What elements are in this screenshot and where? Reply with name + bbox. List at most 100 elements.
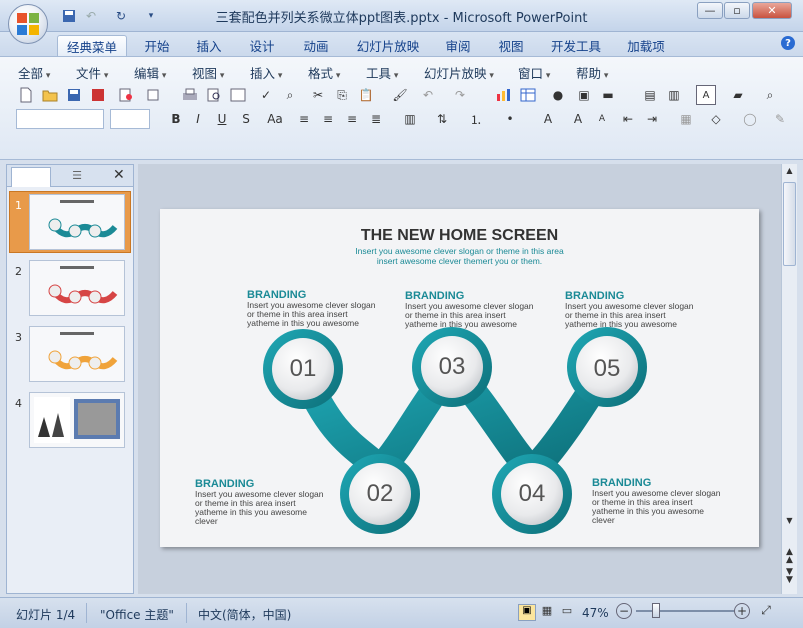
customize-qat-icon[interactable]: ▾ [142,7,160,25]
columns-icon[interactable]: ▥ [400,109,420,129]
menu-edit[interactable]: 编辑 [134,63,166,82]
change-case-icon[interactable]: Aa [262,109,288,129]
spelling-icon[interactable]: ✓ [256,85,276,105]
paste-icon[interactable]: 📋 [356,85,376,105]
tab-classic-menu[interactable]: 经典菜单 [57,35,127,56]
menu-format[interactable]: 格式 [308,63,340,82]
print-icon[interactable] [180,85,200,105]
tab-review[interactable]: 审阅 [437,35,479,56]
save-icon[interactable] [60,7,78,25]
chart-icon[interactable] [494,85,514,105]
italic-icon[interactable]: I [188,109,208,129]
preview-icon[interactable] [204,85,224,105]
slide-thumb-1[interactable] [29,194,125,250]
shrink-font-icon[interactable]: A [592,109,612,129]
font-color-icon[interactable]: A [538,109,558,129]
slide-canvas[interactable]: THE NEW HOME SCREEN Insert you awesome c… [160,209,759,547]
permission-icon[interactable] [88,85,108,105]
slide-sorter-icon[interactable]: ▦ [538,604,556,621]
slide-thumb-3[interactable] [29,326,125,382]
decrease-indent-icon[interactable]: ⇤ [618,109,638,129]
tab-insert[interactable]: 插入 [188,35,230,56]
menu-slideshow[interactable]: 幻灯片放映 [424,63,494,82]
outline-tab-icon[interactable]: ☰ [57,169,97,187]
menu-window[interactable]: 窗口 [518,63,550,82]
slideshow-view-icon[interactable]: ▭ [558,604,576,621]
align-left-icon[interactable]: ≡ [294,109,314,129]
clipart-icon[interactable]: ● [548,85,568,105]
research-icon[interactable]: ⌕ [280,85,300,105]
next-slide-icon[interactable]: ▼ ▼ [783,568,796,585]
table-icon[interactable] [518,85,538,105]
scroll-down-icon[interactable]: ▼ [783,516,796,525]
close-button[interactable]: ✕ [752,2,792,19]
prev-slide-icon[interactable]: ▲ ▲ [783,548,796,565]
attach-icon[interactable] [144,85,164,105]
normal-view-icon[interactable]: ▣ [518,604,536,621]
tab-slideshow[interactable]: 幻灯片放映 [350,35,426,56]
zoom-in-icon[interactable]: + [734,603,750,619]
maximize-button[interactable]: ▫ [724,2,750,19]
numbering-icon[interactable]: ⒈ [466,109,486,129]
cut-icon[interactable]: ✂ [308,85,328,105]
undo-icon[interactable]: ↶ [418,85,438,105]
office-button[interactable] [8,4,48,44]
menu-file[interactable]: 文件 [76,63,108,82]
menu-help[interactable]: 帮助 [576,63,608,82]
redo-icon[interactable]: ↷ [450,85,470,105]
tab-view[interactable]: 视图 [490,35,532,56]
layout-icon[interactable] [228,85,248,105]
find-icon[interactable]: ⌕ [760,85,780,105]
align-right-icon[interactable]: ≡ [342,109,362,129]
zoom-slider-track[interactable] [636,610,734,612]
bullets-icon[interactable]: • [500,109,520,129]
justify-icon[interactable]: ≣ [366,109,386,129]
new-slide-icon[interactable]: ▤ [640,85,660,105]
slides-tab-icon[interactable] [11,167,51,187]
language-indicator[interactable]: 中文(简体，中国) [198,606,291,623]
shadow-icon[interactable]: S [236,109,256,129]
print-preview-icon[interactable] [116,85,136,105]
close-pane-icon[interactable]: ✕ [113,167,125,183]
menu-all[interactable]: 全部 [18,63,50,82]
text-direction-icon[interactable]: ⇅ [432,109,452,129]
slide-thumb-2[interactable] [29,260,125,316]
layout-slide-icon[interactable]: ▥ [664,85,684,105]
minimize-button[interactable]: — [697,2,723,19]
folder-icon[interactable]: ▰ [728,85,748,105]
color-icon[interactable]: ▬ [598,85,618,105]
tab-addins[interactable]: 加载项 [620,35,672,56]
undo-icon[interactable]: ↶ [82,7,100,25]
bold-icon[interactable]: B [166,109,186,129]
arrange-icon[interactable]: ▦ [676,109,696,129]
align-center-icon[interactable]: ≡ [318,109,338,129]
vertical-scrollbar[interactable]: ▲ ▼ ▲ ▲ ▼ ▼ [781,164,797,594]
tab-design[interactable]: 设计 [241,35,283,56]
redo-icon[interactable]: ↻ [112,7,130,25]
tab-developer[interactable]: 开发工具 [544,35,608,56]
picture-icon[interactable]: ▣ [574,85,594,105]
shapes-icon[interactable]: ◇ [706,109,726,129]
menu-insert[interactable]: 插入 [250,63,282,82]
fit-to-window-icon[interactable]: ⤢ [758,603,774,619]
tab-animations[interactable]: 动画 [295,35,337,56]
tab-home[interactable]: 开始 [136,35,178,56]
slide-thumb-4[interactable] [29,392,125,448]
help-icon[interactable]: ? [781,36,795,50]
scroll-up-icon[interactable]: ▲ [783,166,796,180]
zoom-slider-thumb[interactable] [652,603,661,618]
save-icon[interactable] [64,85,84,105]
shape-outline-icon[interactable]: ✎ [770,109,790,129]
font-size-combo[interactable] [110,109,150,129]
text-box-icon[interactable]: A [696,85,716,105]
scroll-thumb[interactable] [783,182,796,266]
grow-font-icon[interactable]: A [568,109,588,129]
shape-fill-icon[interactable]: ◯ [740,109,760,129]
zoom-out-icon[interactable]: − [616,603,632,619]
copy-icon[interactable]: ⎘ [332,85,352,105]
increase-indent-icon[interactable]: ⇥ [642,109,662,129]
menu-tools[interactable]: 工具 [366,63,398,82]
new-icon[interactable] [16,85,36,105]
format-painter-icon[interactable]: 🖌 [390,85,410,105]
open-icon[interactable] [40,85,60,105]
